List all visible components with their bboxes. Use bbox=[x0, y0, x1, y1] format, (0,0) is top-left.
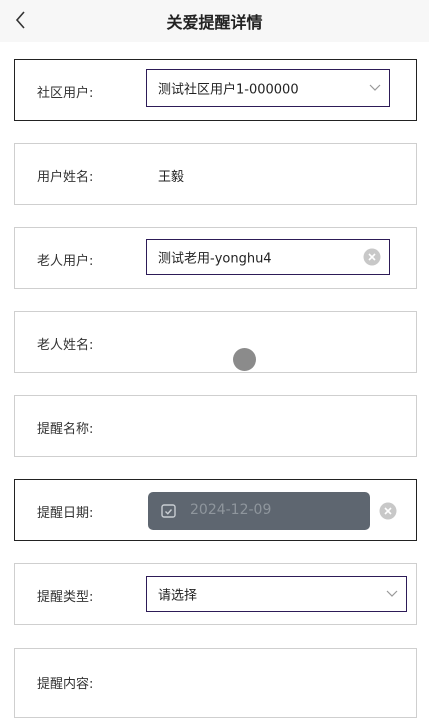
reminder-type-label: 提醒类型: bbox=[37, 590, 94, 605]
community-user-value: 测试社区用户1-000000 bbox=[158, 82, 299, 98]
calendar-icon bbox=[161, 504, 176, 518]
date-picker-field[interactable]: 2024-12-09 bbox=[148, 492, 370, 530]
elder-user-input[interactable]: 测试老用-yonghu4 bbox=[146, 239, 390, 275]
user-name-label: 用户姓名: bbox=[37, 170, 94, 185]
community-user-label: 社区用户: bbox=[37, 86, 94, 101]
reminder-type-row: 提醒类型: 请选择 bbox=[14, 563, 417, 625]
reminder-type-placeholder: 请选择 bbox=[158, 588, 198, 604]
elder-user-row: 老人用户: 测试老用-yonghu4 bbox=[14, 227, 417, 289]
reminder-type-select[interactable]: 请选择 bbox=[146, 576, 407, 612]
user-name-value: 王毅 bbox=[158, 170, 185, 185]
elder-user-label: 老人用户: bbox=[37, 254, 94, 269]
reminder-date-label: 提醒日期: bbox=[37, 506, 94, 521]
reminder-name-label: 提醒名称: bbox=[37, 422, 94, 437]
elder-name-label: 老人姓名: bbox=[37, 338, 94, 353]
clear-icon[interactable] bbox=[363, 248, 381, 266]
reminder-content-label: 提醒内容: bbox=[37, 677, 94, 692]
user-name-row: 用户姓名: 王毅 bbox=[14, 143, 417, 205]
reminder-date-value: 2024-12-09 bbox=[190, 502, 272, 518]
community-user-select[interactable]: 测试社区用户1-000000 bbox=[146, 69, 390, 107]
header-bar: 关爱提醒详情 bbox=[0, 0, 429, 42]
elder-user-value: 测试老用-yonghu4 bbox=[158, 251, 272, 267]
page-title: 关爱提醒详情 bbox=[166, 13, 263, 32]
chevron-down-icon bbox=[369, 84, 381, 91]
touch-indicator bbox=[233, 348, 256, 371]
community-user-row: 社区用户: 测试社区用户1-000000 bbox=[14, 59, 417, 121]
clear-icon[interactable] bbox=[379, 502, 397, 520]
reminder-name-row: 提醒名称: bbox=[14, 395, 417, 457]
chevron-down-icon bbox=[386, 590, 398, 597]
elder-name-row: 老人姓名: bbox=[14, 311, 417, 373]
